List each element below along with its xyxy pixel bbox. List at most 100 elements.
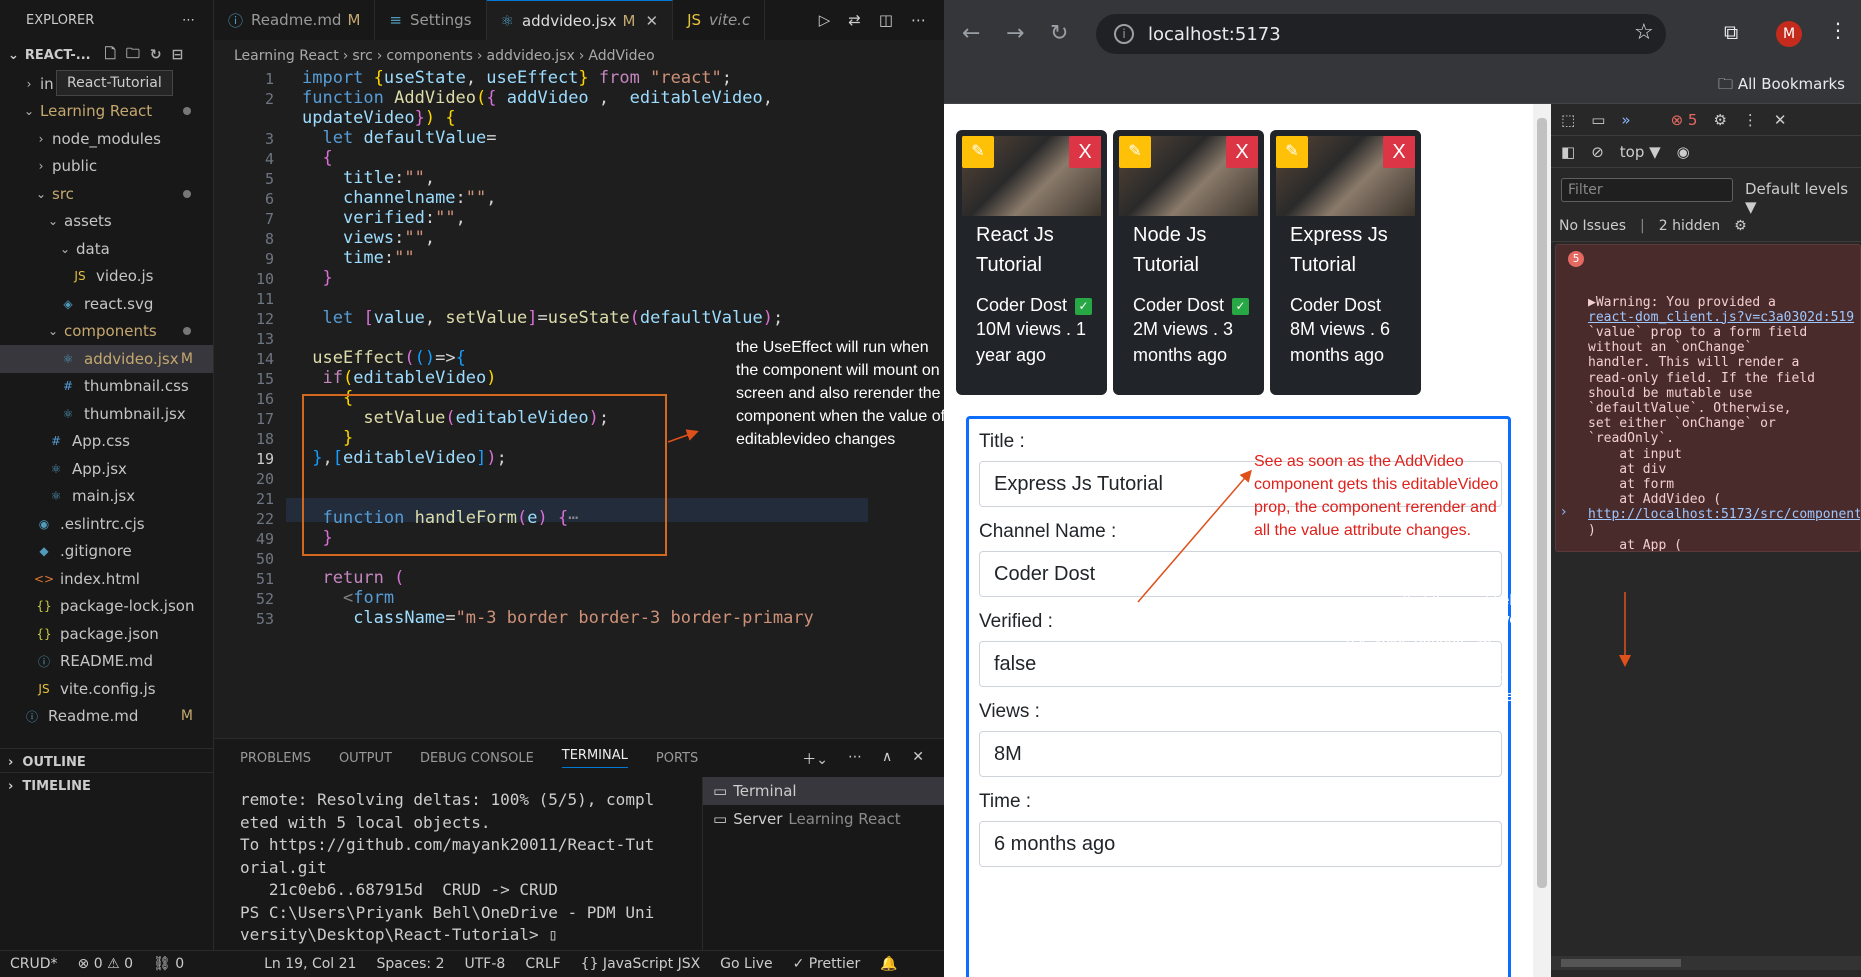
refresh-icon[interactable]: ↻ (150, 47, 162, 63)
code-line[interactable]: { (302, 148, 332, 168)
edit-button[interactable]: ✎ (962, 136, 994, 168)
split-editor-icon[interactable]: ◫ (879, 11, 893, 29)
delete-button[interactable]: X (1069, 136, 1101, 168)
context-select[interactable]: top ▼ (1620, 143, 1661, 161)
tree-item[interactable]: JS vite.config.js (0, 675, 213, 703)
forward-icon[interactable]: → (1006, 21, 1032, 46)
tree-item[interactable]: ⓘ README.md (0, 648, 213, 676)
terminal-instance[interactable]: ▭ Server Learning React (703, 805, 944, 833)
console-warning[interactable]: 5 ▶Warning: You provided a react-dom_clie… (1555, 244, 1861, 552)
console-prompt-icon[interactable]: › (1561, 504, 1567, 520)
devtools-hscroll[interactable] (1551, 956, 1861, 970)
error-count[interactable]: ⊗ 5 (1671, 111, 1698, 129)
tree-item[interactable]: ⚛ thumbnail.jsx (0, 400, 213, 428)
editor-tab[interactable]: ⚛ addvideo.jsx M ✕ (486, 0, 674, 40)
console-filter-input[interactable]: Filter (1561, 178, 1733, 202)
editor-tab[interactable]: JS vite.c (673, 0, 766, 40)
tree-item[interactable]: # App.css (0, 428, 213, 456)
warning-line[interactable]: http://localhost:5173/src/components/ (1588, 507, 1860, 522)
clear-console-icon[interactable]: ⊘ (1591, 143, 1604, 161)
new-folder-icon[interactable]: 🗀 (126, 43, 140, 67)
editor-tab[interactable]: ⓘ Readme.md M (214, 0, 376, 40)
extensions-icon[interactable]: ⧉ (1724, 20, 1738, 44)
tree-item[interactable]: ⌄ Learning React (0, 98, 213, 126)
maximize-icon[interactable]: ∧ (882, 749, 892, 769)
more-icon[interactable]: ⋮ (1743, 111, 1758, 129)
panel-tab[interactable]: OUTPUT (339, 751, 392, 766)
cursor-position[interactable]: Ln 19, Col 21 (264, 956, 356, 972)
inspect-icon[interactable]: ⬚ (1561, 111, 1575, 129)
tree-item[interactable]: ⚛ App.jsx (0, 455, 213, 483)
project-header[interactable]: ⌄ REACT-... 🗋 🗀 ↻ ⊟ (0, 40, 213, 70)
delete-button[interactable]: X (1226, 136, 1258, 168)
indent-status[interactable]: Spaces: 2 (376, 956, 444, 972)
tree-item[interactable]: {} package-lock.json (0, 593, 213, 621)
close-icon[interactable]: ✕ (912, 749, 924, 769)
code-line[interactable]: } (302, 268, 332, 288)
compare-icon[interactable]: ⇄ (848, 11, 861, 29)
breadcrumb-item[interactable]: AddVideo (588, 48, 654, 64)
panel-tab[interactable]: TERMINAL (561, 748, 628, 768)
close-icon[interactable]: ✕ (1774, 111, 1787, 129)
delete-button[interactable]: X (1383, 136, 1415, 168)
tree-item[interactable]: ⌄ components (0, 318, 213, 346)
code-line[interactable]: return ( (302, 568, 404, 588)
tree-item[interactable]: ◉ .eslintrc.cjs (0, 510, 213, 538)
site-info-icon[interactable]: i (1114, 24, 1134, 44)
scroll-thumb[interactable] (1537, 118, 1547, 888)
eol-status[interactable]: CRLF (525, 956, 560, 972)
tree-item[interactable]: ◈ react.svg (0, 290, 213, 318)
tree-item[interactable]: ⌄ src (0, 180, 213, 208)
golive-status[interactable]: Go Live (720, 956, 772, 972)
more-icon[interactable]: ⋯ (911, 11, 926, 29)
new-file-icon[interactable]: 🗋 (105, 43, 116, 67)
code-line[interactable]: verified:"", (302, 208, 466, 228)
back-icon[interactable]: ← (962, 21, 988, 46)
breadcrumb-item[interactable]: components (386, 48, 473, 64)
code-line[interactable]: import {useState, useEffect} from "react… (302, 68, 732, 88)
collapse-icon[interactable]: ⊟ (172, 47, 184, 63)
code-line[interactable]: function AddVideo({ addVideo , editableV… (302, 88, 773, 108)
tree-item[interactable]: JS video.js (0, 263, 213, 291)
breadcrumb-item[interactable]: addvideo.jsx (487, 48, 575, 64)
new-terminal-icon[interactable]: ＋⌄ (802, 749, 828, 769)
code-line[interactable]: let [value, setValue]=useState(defaultVa… (302, 308, 783, 328)
tree-item[interactable]: {} package.json (0, 620, 213, 648)
tree-item[interactable]: ⚛ main.jsx (0, 483, 213, 511)
code-line[interactable]: if(editableVideo) (302, 368, 496, 388)
settings-icon[interactable]: ⚙ (1734, 218, 1747, 234)
form-input[interactable]: 6 months ago (979, 821, 1502, 867)
close-tab-icon[interactable]: ✕ (646, 12, 659, 30)
tree-item[interactable]: › node_modules (0, 125, 213, 153)
panel-tab[interactable]: PORTS (656, 751, 698, 766)
code-line[interactable]: time:"" (302, 248, 415, 268)
form-input[interactable]: 8M (979, 731, 1502, 777)
tree-item[interactable]: ⌄ data (0, 235, 213, 263)
terminal-instance[interactable]: ▭ Terminal (703, 777, 944, 805)
bell-icon[interactable]: 🔔 (880, 956, 897, 972)
tree-item[interactable]: ⓘ Readme.md M (0, 703, 213, 731)
prettier-status[interactable]: ✓ Prettier (793, 956, 861, 972)
code-line[interactable]: className="m-3 border border-3 border-pr… (302, 608, 814, 628)
profile-avatar[interactable]: M (1776, 21, 1802, 47)
code-line[interactable]: views:"", (302, 228, 435, 248)
tree-item[interactable]: ⌄ assets (0, 208, 213, 236)
editor-tab[interactable]: ≡ Settings (375, 0, 487, 40)
hscroll-thumb[interactable] (1561, 959, 1681, 967)
branch-status[interactable]: CRUD* (10, 956, 58, 972)
code-line[interactable]: title:"", (302, 168, 435, 188)
more-icon[interactable]: ⋯ (848, 749, 862, 769)
address-bar[interactable]: i localhost:5173 (1096, 14, 1666, 54)
code-line[interactable]: useEffect(()=>{ (302, 348, 466, 368)
panel-tab[interactable]: PROBLEMS (240, 751, 311, 766)
all-bookmarks[interactable]: 🗀 All Bookmarks (1718, 74, 1845, 99)
tree-item[interactable]: # thumbnail.css (0, 373, 213, 401)
code-line[interactable]: updateVideo}) { (302, 108, 456, 128)
edit-button[interactable]: ✎ (1276, 136, 1308, 168)
encoding-status[interactable]: UTF-8 (465, 956, 506, 972)
device-toolbar-icon[interactable]: ▭ (1591, 111, 1605, 129)
more-actions-icon[interactable]: ⋯ (182, 13, 195, 28)
menu-icon[interactable]: ⋮ (1828, 18, 1848, 42)
panel-tab[interactable]: DEBUG CONSOLE (420, 751, 534, 766)
sidebar-icon[interactable]: ◧ (1561, 143, 1575, 161)
